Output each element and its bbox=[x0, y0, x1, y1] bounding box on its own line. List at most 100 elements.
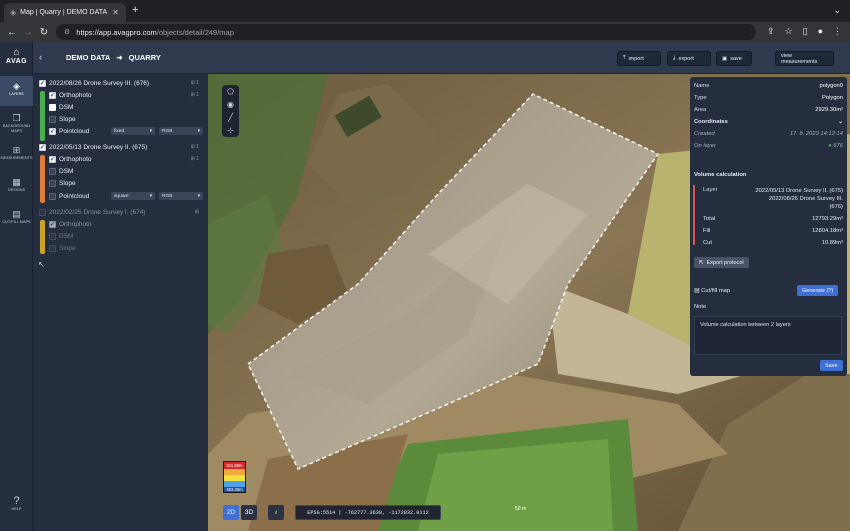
grid-icon: ⊞ bbox=[194, 209, 199, 215]
layer-item[interactable]: ✓ Orthophoto ⊞ 1 bbox=[33, 153, 208, 165]
layer-checkbox[interactable] bbox=[49, 244, 56, 252]
forward-arrow-icon[interactable]: → bbox=[20, 27, 36, 38]
nav-help[interactable]: ? HELP bbox=[0, 492, 33, 522]
layer-item[interactable]: ✓ Pointcloud fixed ▾ RGB ▾ bbox=[33, 125, 208, 137]
survey-row[interactable]: ✓ 2022/05/13 Drone Survey II. (675) ⊞ 1 bbox=[33, 141, 208, 153]
line-draw-icon[interactable]: ╱ bbox=[222, 111, 239, 124]
back-arrow-icon[interactable]: ← bbox=[4, 27, 20, 38]
layer-checkbox[interactable] bbox=[49, 192, 56, 200]
app-sidebar: ⌂ AVAG ◈ LAYERS ❐ BACKGROUND MAPS ⊞ MEAS… bbox=[0, 42, 33, 531]
layer-checkbox[interactable] bbox=[49, 179, 56, 187]
back-chevron-icon[interactable]: ‹ bbox=[39, 52, 42, 62]
nav-measurements[interactable]: ⊞ MEASUREMENTS bbox=[0, 140, 33, 170]
grid-icon: ⊞ bbox=[190, 92, 195, 98]
detail-on-layer-row: On layer ● 676 bbox=[694, 143, 843, 149]
survey-row[interactable]: ✓ 2022/08/26 Drone Survey III. (676) ⊞ 1 bbox=[33, 77, 208, 89]
volume-title: Volume calculation bbox=[694, 172, 747, 178]
detail-type-row: Type Polygon bbox=[694, 95, 843, 101]
layer-item[interactable]: Slope bbox=[33, 242, 208, 254]
layer-count: ⊞ 1 bbox=[190, 144, 199, 150]
view-2d-button[interactable]: 2D bbox=[223, 505, 239, 520]
export-button[interactable]: ⤓ export bbox=[667, 51, 711, 66]
volume-layer-row: Layer 2022/05/13 Drone Survey II. (675) … bbox=[703, 187, 843, 210]
layer-item[interactable]: ✓ Orthophoto ⊞ 1 bbox=[33, 89, 208, 101]
note-textarea[interactable]: Volume calculation between 2 layers bbox=[694, 316, 842, 355]
breadcrumb-object: QUARRY bbox=[128, 53, 161, 62]
breadcrumb: DEMO DATA ➜ QUARRY bbox=[66, 53, 161, 62]
side-panel-icon[interactable]: ▯ bbox=[803, 26, 808, 37]
address-bar[interactable]: ⚙ https://app.avagpro.com/objects/detail… bbox=[56, 24, 756, 40]
layer-item[interactable]: DSM bbox=[33, 230, 208, 242]
export-icon: ⇱ bbox=[699, 259, 704, 266]
nav-cutfill-maps[interactable]: ▤ CUT/FILL MAPS bbox=[0, 204, 33, 234]
import-icon: ⤒ bbox=[623, 55, 626, 61]
layer-checkbox[interactable]: ✓ bbox=[49, 155, 56, 163]
layers-icon: ◈ bbox=[13, 81, 20, 91]
cutfill-map-icon: ▤ bbox=[694, 288, 700, 294]
map-draw-toolbar: ⬠ ◉ ╱ ⊹ bbox=[222, 85, 239, 137]
layer-item[interactable]: DSM bbox=[33, 165, 208, 177]
layer-checkbox[interactable]: ✓ bbox=[49, 91, 56, 99]
survey-row[interactable]: 2022/02/25 Drone Survey I. (674) ⊞ bbox=[33, 206, 208, 218]
layer-checkbox[interactable]: ✓ bbox=[49, 127, 56, 135]
more-menu-icon[interactable]: ⋮ bbox=[833, 26, 842, 37]
pointcloud-size-select[interactable]: square ▾ bbox=[111, 192, 155, 200]
select-icon[interactable]: ⊹ bbox=[222, 124, 239, 137]
browser-tab[interactable]: ◈ Map | Quarry | DEMO DATA - A ✕ bbox=[4, 3, 126, 22]
view-measurements-button[interactable]: view measurements bbox=[775, 51, 834, 66]
new-tab-icon[interactable]: + bbox=[132, 4, 138, 16]
info-button[interactable]: i bbox=[268, 505, 284, 520]
app-logo[interactable]: ⌂ AVAG bbox=[3, 48, 30, 70]
layer-item[interactable]: ✓ Orthophoto bbox=[33, 218, 208, 230]
view-3d-button[interactable]: 3D bbox=[241, 505, 257, 520]
grid-icon: ⊞ bbox=[190, 156, 195, 162]
chevron-down-icon[interactable]: ⌄ bbox=[833, 5, 841, 16]
layer-item[interactable]: Pointcloud square ▾ RGB ▾ bbox=[33, 190, 208, 202]
browser-toolbar: ← → ↻ ⚙ https://app.avagpro.com/objects/… bbox=[0, 22, 850, 42]
polygon-draw-icon[interactable]: ⬠ bbox=[222, 85, 239, 98]
measurements-icon: ⊞ bbox=[12, 145, 21, 155]
layer-checkbox[interactable]: ✓ bbox=[49, 220, 56, 228]
save-button[interactable]: ▣ save bbox=[716, 51, 752, 66]
breadcrumb-project[interactable]: DEMO DATA bbox=[66, 53, 110, 62]
layer-checkbox[interactable] bbox=[49, 115, 56, 123]
profile-icon[interactable]: ● bbox=[818, 26, 823, 37]
export-icon: ⤓ bbox=[673, 55, 676, 61]
reload-icon[interactable]: ↻ bbox=[36, 27, 52, 38]
background-maps-icon: ❐ bbox=[12, 113, 21, 123]
close-icon[interactable]: ✕ bbox=[112, 8, 119, 17]
generate-button[interactable]: Generate (?) bbox=[797, 285, 839, 296]
layer-item[interactable]: DSM bbox=[33, 101, 208, 113]
layer-checkbox[interactable] bbox=[49, 103, 56, 111]
bookmark-star-icon[interactable]: ☆ bbox=[785, 26, 793, 37]
note-save-button[interactable]: Save bbox=[820, 360, 843, 371]
layer-item[interactable]: Slope bbox=[33, 177, 208, 189]
cutfill-icon: ▤ bbox=[12, 209, 21, 219]
layer-checkbox[interactable] bbox=[49, 232, 56, 240]
share-icon[interactable]: ⇪ bbox=[767, 26, 775, 37]
layer-item[interactable]: Slope bbox=[33, 113, 208, 125]
nav-designs[interactable]: ▦ DESIGNS bbox=[0, 172, 33, 202]
export-protocol-button[interactable]: ⇱ Export protocol bbox=[694, 257, 749, 268]
chevron-down-icon: ▾ bbox=[149, 193, 152, 199]
survey-checkbox[interactable]: ✓ bbox=[39, 79, 46, 87]
site-info-icon[interactable]: ⚙ bbox=[64, 28, 70, 36]
layers-panel: ✓ 2022/08/26 Drone Survey III. (676) ⊞ 1… bbox=[33, 74, 208, 531]
chevron-down-icon: ▾ bbox=[149, 128, 152, 134]
volume-cut-row: Cut 10.89m³ bbox=[703, 240, 843, 246]
survey-checkbox[interactable]: ✓ bbox=[39, 143, 46, 151]
nav-background-maps[interactable]: ❐ BACKGROUND MAPS bbox=[0, 108, 33, 138]
cut-indicator bbox=[693, 185, 695, 245]
import-button[interactable]: ⤒ import bbox=[617, 51, 661, 66]
layer-dot-icon: ● bbox=[828, 143, 832, 149]
nav-layers[interactable]: ◈ LAYERS bbox=[0, 76, 33, 106]
pointcloud-color-select[interactable]: RGB ▾ bbox=[159, 127, 203, 135]
survey-checkbox[interactable] bbox=[39, 208, 46, 216]
pointcloud-size-select[interactable]: fixed ▾ bbox=[111, 127, 155, 135]
detail-created-row: Created 17. 8. 2023 14:12:14 bbox=[694, 131, 843, 137]
pointcloud-color-select[interactable]: RGB ▾ bbox=[159, 192, 203, 200]
layer-checkbox[interactable] bbox=[49, 167, 56, 175]
point-draw-icon[interactable]: ◉ bbox=[222, 98, 239, 111]
coordinates-header[interactable]: Coordinates ⌄ bbox=[694, 119, 843, 125]
chevron-down-icon: ⌄ bbox=[838, 119, 843, 125]
